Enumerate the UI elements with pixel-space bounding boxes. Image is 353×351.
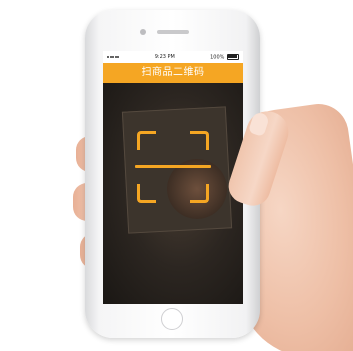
- qr-scan-frame-icon: [135, 131, 211, 203]
- phone-screen: 9:23 PM 100% 扫商品二维码: [103, 51, 243, 304]
- status-time: 9:23 PM: [154, 54, 175, 60]
- page-title: 扫商品二维码: [141, 67, 205, 78]
- status-bar: 9:23 PM 100%: [103, 51, 243, 63]
- page-title-bar: 扫商品二维码: [103, 63, 243, 83]
- home-button[interactable]: [161, 308, 183, 330]
- battery-icon: [226, 53, 239, 60]
- scan-corner-bottom-right: [190, 184, 209, 203]
- scan-corner-top-right: [190, 131, 209, 150]
- scan-corner-bottom-left: [137, 184, 156, 203]
- camera-viewfinder[interactable]: [103, 83, 243, 304]
- scan-line: [135, 165, 211, 168]
- battery-percent: 100%: [210, 54, 225, 61]
- status-battery: 100%: [210, 53, 239, 61]
- scan-corner-top-left: [137, 131, 156, 150]
- promo-scene: 9:23 PM 100% 扫商品二维码: [0, 0, 353, 351]
- front-camera-icon: [140, 29, 146, 35]
- earpiece-speaker: [157, 30, 189, 34]
- signal-icon: [107, 54, 120, 60]
